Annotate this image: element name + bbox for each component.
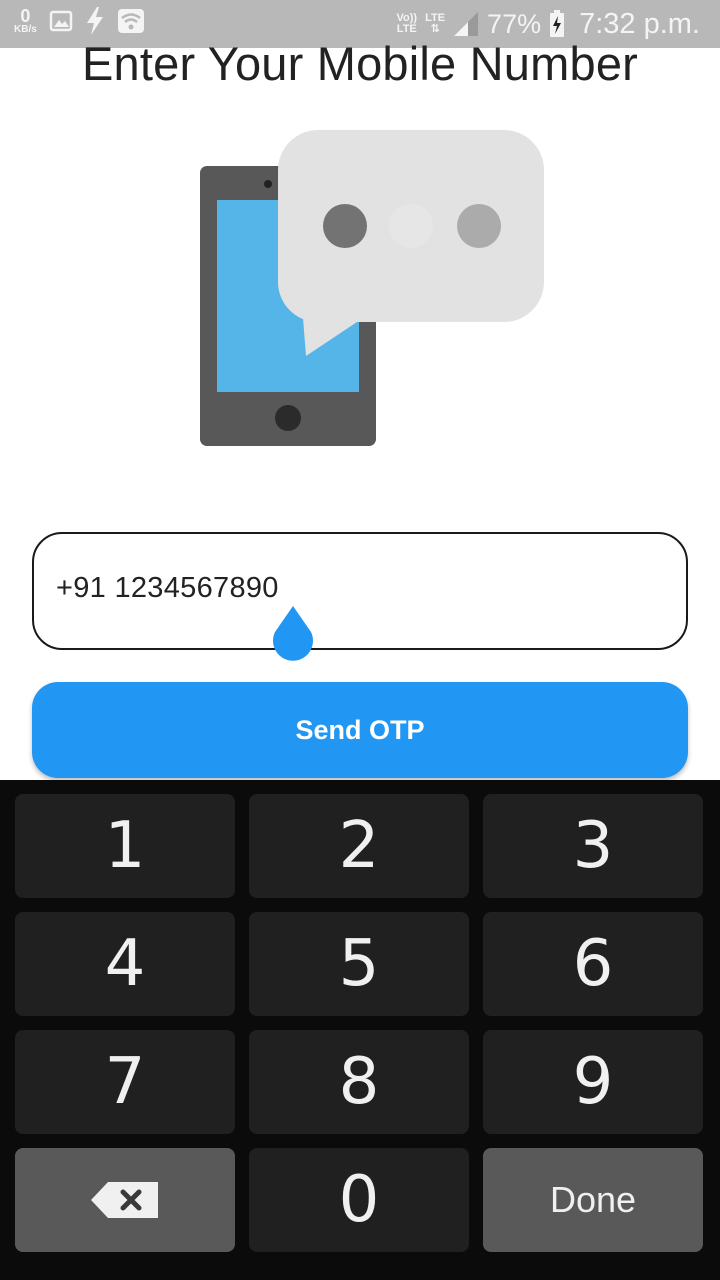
status-bar-left: 0 KB/s (14, 6, 145, 36)
network-speed-unit: KB/s (14, 24, 37, 35)
battery-percent: 77% (487, 8, 542, 39)
key-9[interactable]: 9 (483, 1030, 703, 1134)
key-2[interactable]: 2 (249, 794, 469, 898)
image-icon (49, 10, 73, 32)
backspace-key[interactable] (15, 1148, 235, 1252)
key-1[interactable]: 1 (15, 794, 235, 898)
phone-number-field[interactable]: +91 1234567890 (32, 532, 688, 650)
key-3[interactable]: 3 (483, 794, 703, 898)
volte-indicator: Vo)) LTE (397, 13, 418, 35)
battery-charging-icon (550, 10, 565, 37)
lte-indicator: LTE ⇅ (425, 13, 445, 35)
lte-arrows-icon: ⇅ (430, 23, 440, 35)
phone-chat-illustration (200, 130, 544, 446)
key-7[interactable]: 7 (15, 1030, 235, 1134)
wifi-icon (117, 9, 144, 33)
send-otp-button[interactable]: Send OTP (32, 682, 688, 778)
key-4[interactable]: 4 (15, 912, 235, 1016)
key-8[interactable]: 8 (249, 1030, 469, 1134)
page-title: Enter Your Mobile Number (81, 37, 639, 90)
network-speed-value: 0 (20, 6, 31, 26)
text-cursor-handle-icon[interactable] (270, 604, 316, 662)
key-0[interactable]: 0 (249, 1148, 469, 1252)
signal-icon (454, 12, 479, 36)
numeric-keypad: 1 2 3 4 5 6 7 8 9 0 Done (0, 780, 720, 1280)
key-6[interactable]: 6 (483, 912, 703, 1016)
key-5[interactable]: 5 (249, 912, 469, 1016)
backspace-icon (91, 1182, 158, 1218)
flash-icon (86, 7, 103, 35)
volte-bottom-label: LTE (396, 23, 417, 35)
phone-number-value[interactable]: +91 1234567890 (56, 572, 279, 605)
network-speed: 0 KB/s (14, 7, 37, 35)
done-key[interactable]: Done (483, 1148, 703, 1252)
chat-bubble-graphic (278, 130, 544, 356)
